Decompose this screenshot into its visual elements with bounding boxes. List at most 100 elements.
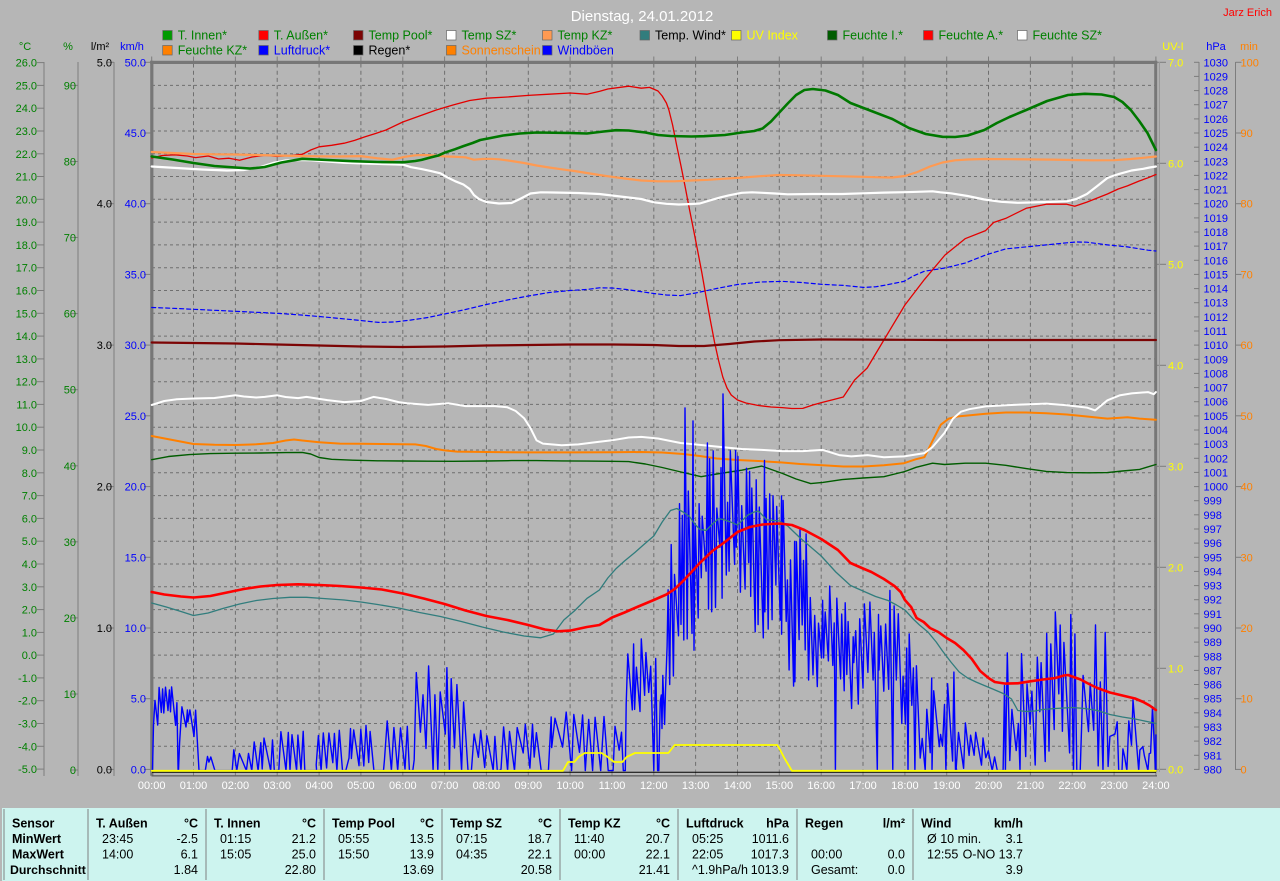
svg-text:991: 991 (1204, 609, 1222, 621)
svg-text:1013.9: 1013.9 (751, 863, 789, 877)
svg-text:5.0: 5.0 (1168, 259, 1183, 271)
svg-text:Feuchte I.*: Feuchte I.* (843, 29, 904, 43)
svg-text:01:00: 01:00 (180, 780, 208, 792)
svg-text:1011.6: 1011.6 (752, 832, 789, 846)
svg-text:10: 10 (1241, 694, 1253, 706)
svg-text:1021: 1021 (1204, 185, 1228, 197)
svg-text:0: 0 (70, 765, 76, 777)
svg-text:-4.0: -4.0 (18, 741, 37, 753)
svg-text:23:45: 23:45 (102, 832, 133, 846)
svg-text:995: 995 (1204, 552, 1222, 564)
svg-text:12.0: 12.0 (16, 377, 37, 389)
svg-text:Ø 10 min.: Ø 10 min. (927, 832, 981, 846)
svg-text:10.0: 10.0 (125, 623, 146, 635)
svg-text:Temp KZ: Temp KZ (568, 817, 621, 831)
svg-text:MaxWert: MaxWert (12, 848, 65, 862)
svg-text:14:00: 14:00 (724, 780, 752, 792)
svg-text:1027: 1027 (1204, 100, 1228, 112)
svg-text:981: 981 (1204, 750, 1222, 762)
svg-text:Dienstag, 24.01.2012: Dienstag, 24.01.2012 (571, 8, 714, 25)
svg-text:20:00: 20:00 (975, 780, 1003, 792)
svg-text:1001: 1001 (1204, 467, 1228, 479)
svg-text:1015: 1015 (1204, 269, 1228, 281)
svg-text:Temp Pool: Temp Pool (332, 817, 395, 831)
svg-text:l/m²: l/m² (91, 41, 110, 53)
svg-text:1012: 1012 (1204, 312, 1228, 324)
svg-text:1003: 1003 (1204, 439, 1228, 451)
svg-text:0.0: 0.0 (888, 848, 905, 862)
svg-text:1007: 1007 (1204, 383, 1228, 395)
svg-text:20.0: 20.0 (125, 482, 146, 494)
svg-text:21.0: 21.0 (16, 172, 37, 184)
svg-text:1030: 1030 (1204, 57, 1228, 69)
svg-text:1018: 1018 (1204, 227, 1228, 239)
svg-text:Regen*: Regen* (369, 44, 411, 58)
svg-text:Regen: Regen (805, 817, 843, 831)
svg-text:14.0: 14.0 (16, 331, 37, 343)
svg-text:20.7: 20.7 (646, 832, 670, 846)
svg-text:0.0: 0.0 (1168, 764, 1183, 776)
svg-text:1028: 1028 (1204, 86, 1228, 98)
svg-text:999: 999 (1204, 496, 1222, 508)
svg-text:3.0: 3.0 (1168, 461, 1183, 473)
svg-text:22.1: 22.1 (646, 848, 670, 862)
svg-text:985: 985 (1204, 694, 1222, 706)
svg-text:10:00: 10:00 (556, 780, 584, 792)
svg-text:Temp KZ*: Temp KZ* (558, 29, 613, 43)
svg-text:00:00: 00:00 (811, 848, 842, 862)
svg-text:2.0: 2.0 (22, 605, 37, 617)
svg-text:30.0: 30.0 (125, 340, 146, 352)
svg-text:1006: 1006 (1204, 397, 1228, 409)
svg-text:7.0: 7.0 (1168, 57, 1183, 69)
svg-text:1010: 1010 (1204, 340, 1228, 352)
svg-text:05:25: 05:25 (692, 832, 723, 846)
svg-text:°C: °C (19, 41, 31, 53)
svg-text:12:55: 12:55 (927, 848, 958, 862)
svg-text:20: 20 (64, 613, 76, 625)
svg-text:18.7: 18.7 (528, 832, 552, 846)
svg-text:O-NO 13.7: O-NO 13.7 (963, 848, 1023, 862)
svg-text:2.0: 2.0 (97, 482, 112, 494)
svg-text:1008: 1008 (1204, 368, 1228, 380)
svg-text:3.0: 3.0 (22, 582, 37, 594)
svg-text:Durchschnitt: Durchschnitt (10, 863, 86, 877)
svg-text:22.80: 22.80 (285, 863, 316, 877)
svg-text:50: 50 (1241, 411, 1253, 423)
svg-text:17.0: 17.0 (16, 263, 37, 275)
svg-text:30: 30 (1241, 552, 1253, 564)
svg-text:Temp Pool*: Temp Pool* (369, 29, 433, 43)
svg-text:993: 993 (1204, 581, 1222, 593)
svg-text:-5.0: -5.0 (18, 764, 37, 776)
svg-text:5.0: 5.0 (97, 57, 112, 69)
svg-text:7.0: 7.0 (22, 491, 37, 503)
svg-text:16:00: 16:00 (807, 780, 835, 792)
svg-text:13:00: 13:00 (682, 780, 710, 792)
svg-text:980: 980 (1204, 764, 1222, 776)
svg-text:25.0: 25.0 (16, 80, 37, 92)
svg-text:80: 80 (64, 157, 76, 169)
svg-text:%: % (63, 41, 73, 53)
svg-text:25.0: 25.0 (292, 848, 316, 862)
svg-text:1023: 1023 (1204, 156, 1228, 168)
svg-text:1011: 1011 (1204, 326, 1228, 338)
svg-text:988: 988 (1204, 651, 1222, 663)
svg-text:22:00: 22:00 (1058, 780, 1086, 792)
svg-text:Sonnenschein: Sonnenschein (462, 44, 541, 58)
svg-text:22:05: 22:05 (692, 848, 723, 862)
svg-text:35.0: 35.0 (125, 269, 146, 281)
svg-text:11:00: 11:00 (599, 780, 626, 792)
svg-text:22.0: 22.0 (16, 149, 37, 161)
svg-text:13.9: 13.9 (410, 848, 434, 862)
svg-text:Temp SZ: Temp SZ (450, 817, 502, 831)
svg-text:0.0: 0.0 (97, 764, 112, 776)
svg-text:1.0: 1.0 (1168, 663, 1183, 675)
svg-text:MinWert: MinWert (12, 832, 62, 846)
svg-text:1009: 1009 (1204, 354, 1228, 366)
svg-text:09:00: 09:00 (515, 780, 543, 792)
svg-text:UV-I: UV-I (1162, 41, 1183, 53)
svg-text:°C: °C (420, 817, 434, 831)
svg-text:15:05: 15:05 (220, 848, 251, 862)
svg-text:1005: 1005 (1204, 411, 1228, 423)
svg-text:T. Innen: T. Innen (214, 817, 261, 831)
svg-text:16.0: 16.0 (16, 286, 37, 298)
